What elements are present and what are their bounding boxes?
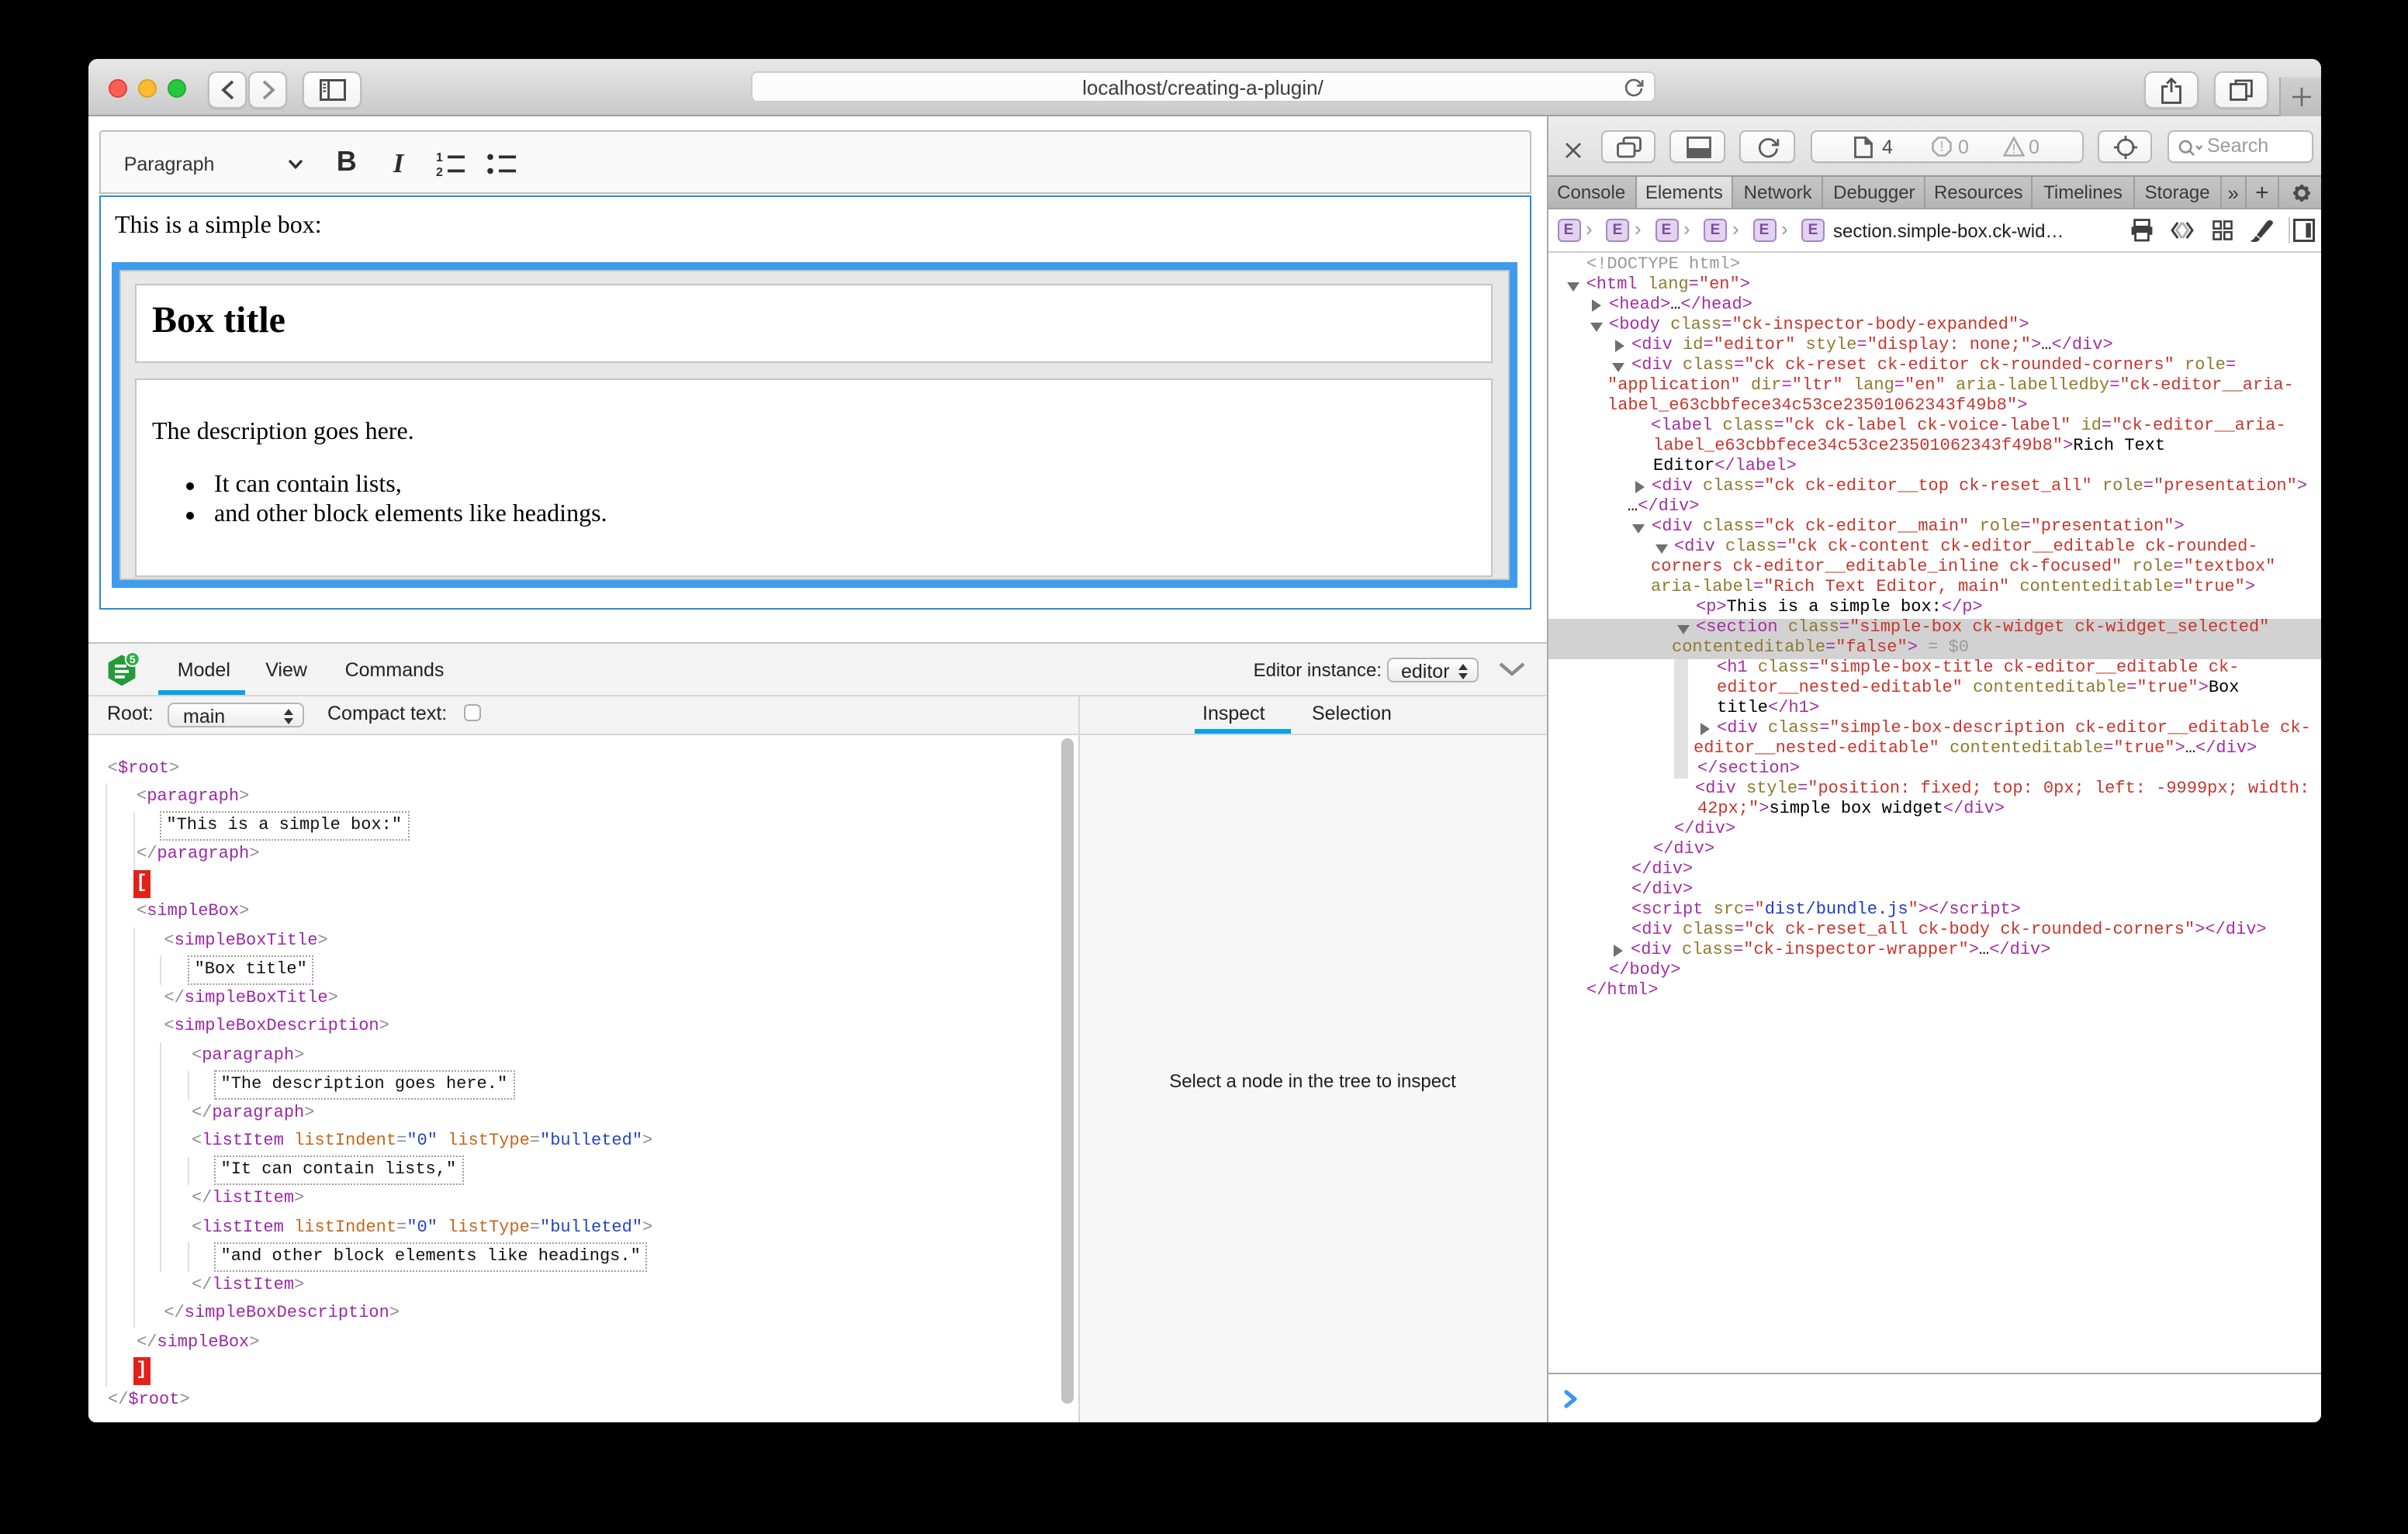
svg-text:2: 2 [436,167,443,178]
svg-text:!: ! [2012,142,2015,157]
svg-text:!: ! [1939,139,1943,154]
svg-text:1: 1 [436,152,443,165]
svg-text:5: 5 [130,652,136,665]
